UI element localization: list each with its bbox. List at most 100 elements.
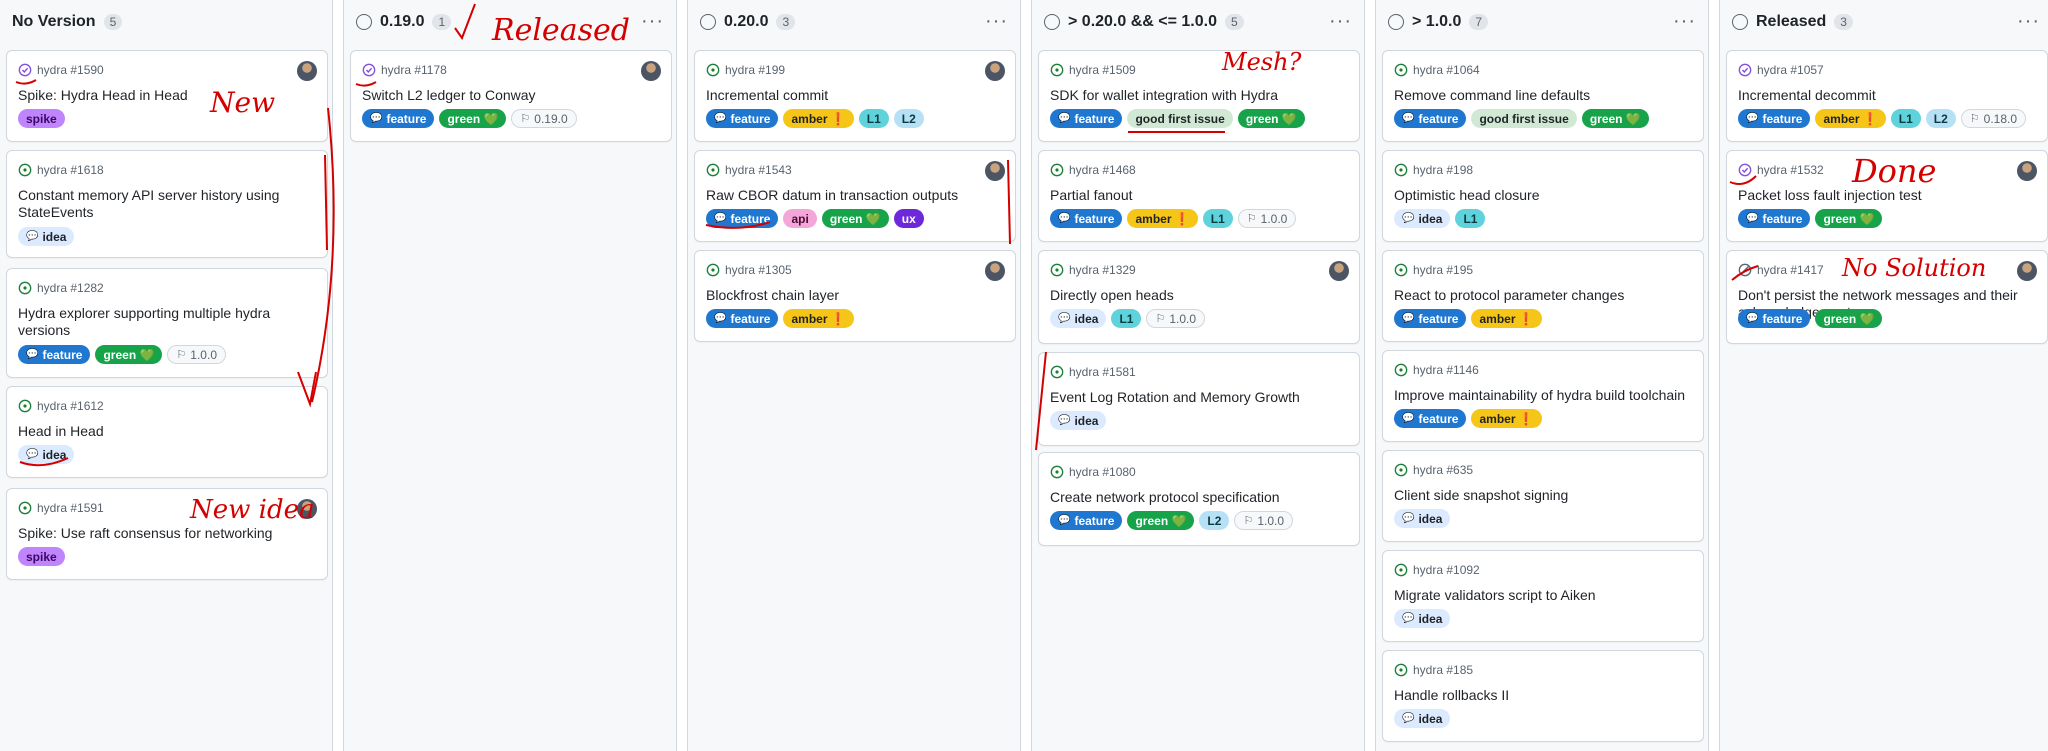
label-amber[interactable]: amber ❗: [1471, 409, 1542, 428]
column-divider[interactable]: [1364, 0, 1376, 751]
issue-card[interactable]: hydra #1064 Remove command line defaults 💬…: [1382, 50, 1704, 142]
milestone-badge[interactable]: ⚐ 0.19.0: [511, 109, 577, 128]
avatar[interactable]: [985, 261, 1005, 281]
label-idea[interactable]: 💬 idea: [1394, 209, 1451, 228]
milestone-badge[interactable]: ⚐ 1.0.0: [1237, 209, 1297, 228]
issue-card[interactable]: hydra #1146 Improve maintainability of hy…: [1382, 350, 1704, 442]
issue-card[interactable]: hydra #1509 SDK for wallet integration wi…: [1038, 50, 1360, 142]
avatar[interactable]: [1329, 261, 1349, 281]
label-feature[interactable]: 💬 feature: [706, 109, 779, 128]
label-feature[interactable]: 💬 feature: [362, 109, 435, 128]
avatar[interactable]: [985, 61, 1005, 81]
label-l2[interactable]: L2: [1925, 109, 1956, 128]
issue-title[interactable]: Spike: Use raft consensus for networking: [18, 525, 315, 542]
issue-title[interactable]: Packet loss fault injection test: [1738, 187, 2035, 204]
issue-title[interactable]: Client side snapshot signing: [1394, 487, 1691, 504]
issue-card[interactable]: hydra #1618 Constant memory API server hi…: [6, 150, 328, 258]
issue-title[interactable]: Optimistic head closure: [1394, 187, 1691, 204]
issue-title[interactable]: Incremental decommit: [1738, 87, 2035, 104]
label-ux[interactable]: ux: [893, 209, 924, 228]
issue-title[interactable]: Head in Head: [18, 423, 315, 440]
avatar[interactable]: [297, 61, 317, 81]
issue-card[interactable]: hydra #1417 Don't persist the network mes…: [1726, 250, 2048, 344]
label-green[interactable]: green 💚: [1815, 209, 1883, 228]
column-divider[interactable]: [332, 0, 344, 751]
label-l1[interactable]: L1: [1111, 309, 1142, 328]
label-api[interactable]: api: [783, 209, 817, 228]
issue-number[interactable]: hydra #1178: [381, 63, 447, 77]
issue-title[interactable]: Raw CBOR datum in transaction outputs: [706, 187, 1003, 204]
issue-number[interactable]: hydra #1080: [1069, 465, 1136, 479]
issue-number[interactable]: hydra #1612: [37, 399, 104, 413]
issue-title[interactable]: Hydra explorer supporting multiple hydra…: [18, 305, 315, 339]
column-divider[interactable]: [1708, 0, 1720, 751]
issue-card[interactable]: hydra #1581 Event Log Rotation and Memory…: [1038, 352, 1360, 446]
label-spike[interactable]: spike: [18, 109, 65, 128]
issue-title[interactable]: Improve maintainability of hydra build t…: [1394, 387, 1691, 404]
label-idea[interactable]: 💬 idea: [1050, 411, 1107, 430]
issue-title[interactable]: Handle rollbacks II: [1394, 687, 1691, 704]
issue-number[interactable]: hydra #1282: [37, 281, 104, 295]
issue-number[interactable]: hydra #1417: [1757, 263, 1824, 277]
issue-card[interactable]: hydra #1178 Switch L2 ledger to Conway 💬 fe…: [350, 50, 672, 142]
column-header[interactable]: No Version 5: [12, 8, 332, 36]
label-spike[interactable]: spike: [18, 547, 65, 566]
issue-title[interactable]: Directly open heads: [1050, 287, 1347, 304]
issue-number[interactable]: hydra #199: [725, 63, 785, 77]
label-idea[interactable]: 💬 idea: [1394, 509, 1451, 528]
issue-number[interactable]: hydra #1509: [1069, 63, 1136, 77]
column-header[interactable]: Released 3 ···: [1732, 8, 2048, 36]
issue-card[interactable]: hydra #1080 Create network protocol speci…: [1038, 452, 1360, 546]
issue-number[interactable]: hydra #1543: [725, 163, 792, 177]
issue-title[interactable]: Blockfrost chain layer: [706, 287, 1003, 304]
label-idea[interactable]: 💬 idea: [1050, 309, 1107, 328]
issue-card[interactable]: hydra #1468 Partial fanout 💬 feature amber ❗…: [1038, 150, 1360, 242]
issue-card[interactable]: hydra #195 React to protocol parameter ch…: [1382, 250, 1704, 342]
issue-card[interactable]: hydra #635 Client side snapshot signing 💬 i…: [1382, 450, 1704, 542]
label-l1[interactable]: L1: [1202, 209, 1233, 228]
avatar[interactable]: [985, 161, 1005, 181]
column-menu-icon[interactable]: ···: [2017, 10, 2040, 33]
label-idea[interactable]: 💬 idea: [1394, 609, 1451, 628]
label-feature[interactable]: 💬 feature: [1394, 109, 1467, 128]
column-header[interactable]: > 0.20.0 && <= 1.0.0 5 ···: [1044, 8, 1364, 36]
avatar[interactable]: [297, 499, 317, 519]
column-divider[interactable]: [676, 0, 688, 751]
column-header[interactable]: 0.19.0 1 ···: [356, 8, 676, 36]
issue-number[interactable]: hydra #198: [1413, 163, 1473, 177]
column-header[interactable]: 0.20.0 3 ···: [700, 8, 1020, 36]
label-l2[interactable]: L2: [893, 109, 924, 128]
label-gfi[interactable]: good first issue: [1127, 109, 1233, 128]
label-green[interactable]: green 💚: [1237, 109, 1305, 128]
avatar[interactable]: [641, 61, 661, 81]
issue-number[interactable]: hydra #1305: [725, 263, 792, 277]
label-green[interactable]: green 💚: [439, 109, 507, 128]
milestone-badge[interactable]: ⚐ 1.0.0: [167, 345, 226, 364]
issue-title[interactable]: Remove command line defaults: [1394, 87, 1691, 104]
issue-title[interactable]: Event Log Rotation and Memory Growth: [1050, 389, 1347, 406]
issue-title[interactable]: SDK for wallet integration with Hydra: [1050, 87, 1347, 104]
column-header[interactable]: > 1.0.0 7 ···: [1388, 8, 1708, 36]
issue-number[interactable]: hydra #1064: [1413, 63, 1480, 77]
label-feature[interactable]: 💬 feature: [1738, 309, 1811, 328]
issue-number[interactable]: hydra #1590: [37, 63, 104, 77]
label-idea[interactable]: 💬 idea: [18, 227, 75, 246]
milestone-badge[interactable]: ⚐ 1.0.0: [1234, 511, 1294, 530]
label-feature[interactable]: 💬 feature: [706, 309, 779, 328]
issue-number[interactable]: hydra #185: [1413, 663, 1473, 677]
label-feature[interactable]: 💬 feature: [1738, 109, 1811, 128]
column-menu-icon[interactable]: ···: [641, 10, 664, 33]
label-green[interactable]: green 💚: [95, 345, 163, 364]
issue-card[interactable]: hydra #1282 Hydra explorer supporting mul…: [6, 268, 328, 378]
label-green[interactable]: green 💚: [1815, 309, 1883, 328]
issue-number[interactable]: hydra #1468: [1069, 163, 1136, 177]
label-green[interactable]: green 💚: [821, 209, 889, 228]
issue-number[interactable]: hydra #1092: [1413, 563, 1480, 577]
issue-number[interactable]: hydra #1618: [37, 163, 104, 177]
label-feature[interactable]: 💬 feature: [706, 209, 779, 228]
issue-number[interactable]: hydra #635: [1413, 463, 1473, 477]
label-feature[interactable]: 💬 feature: [1394, 409, 1467, 428]
issue-title[interactable]: Incremental commit: [706, 87, 1003, 104]
label-feature[interactable]: 💬 feature: [1050, 209, 1123, 228]
issue-card[interactable]: hydra #1590 Spike: Hydra Head in Head spik…: [6, 50, 328, 142]
